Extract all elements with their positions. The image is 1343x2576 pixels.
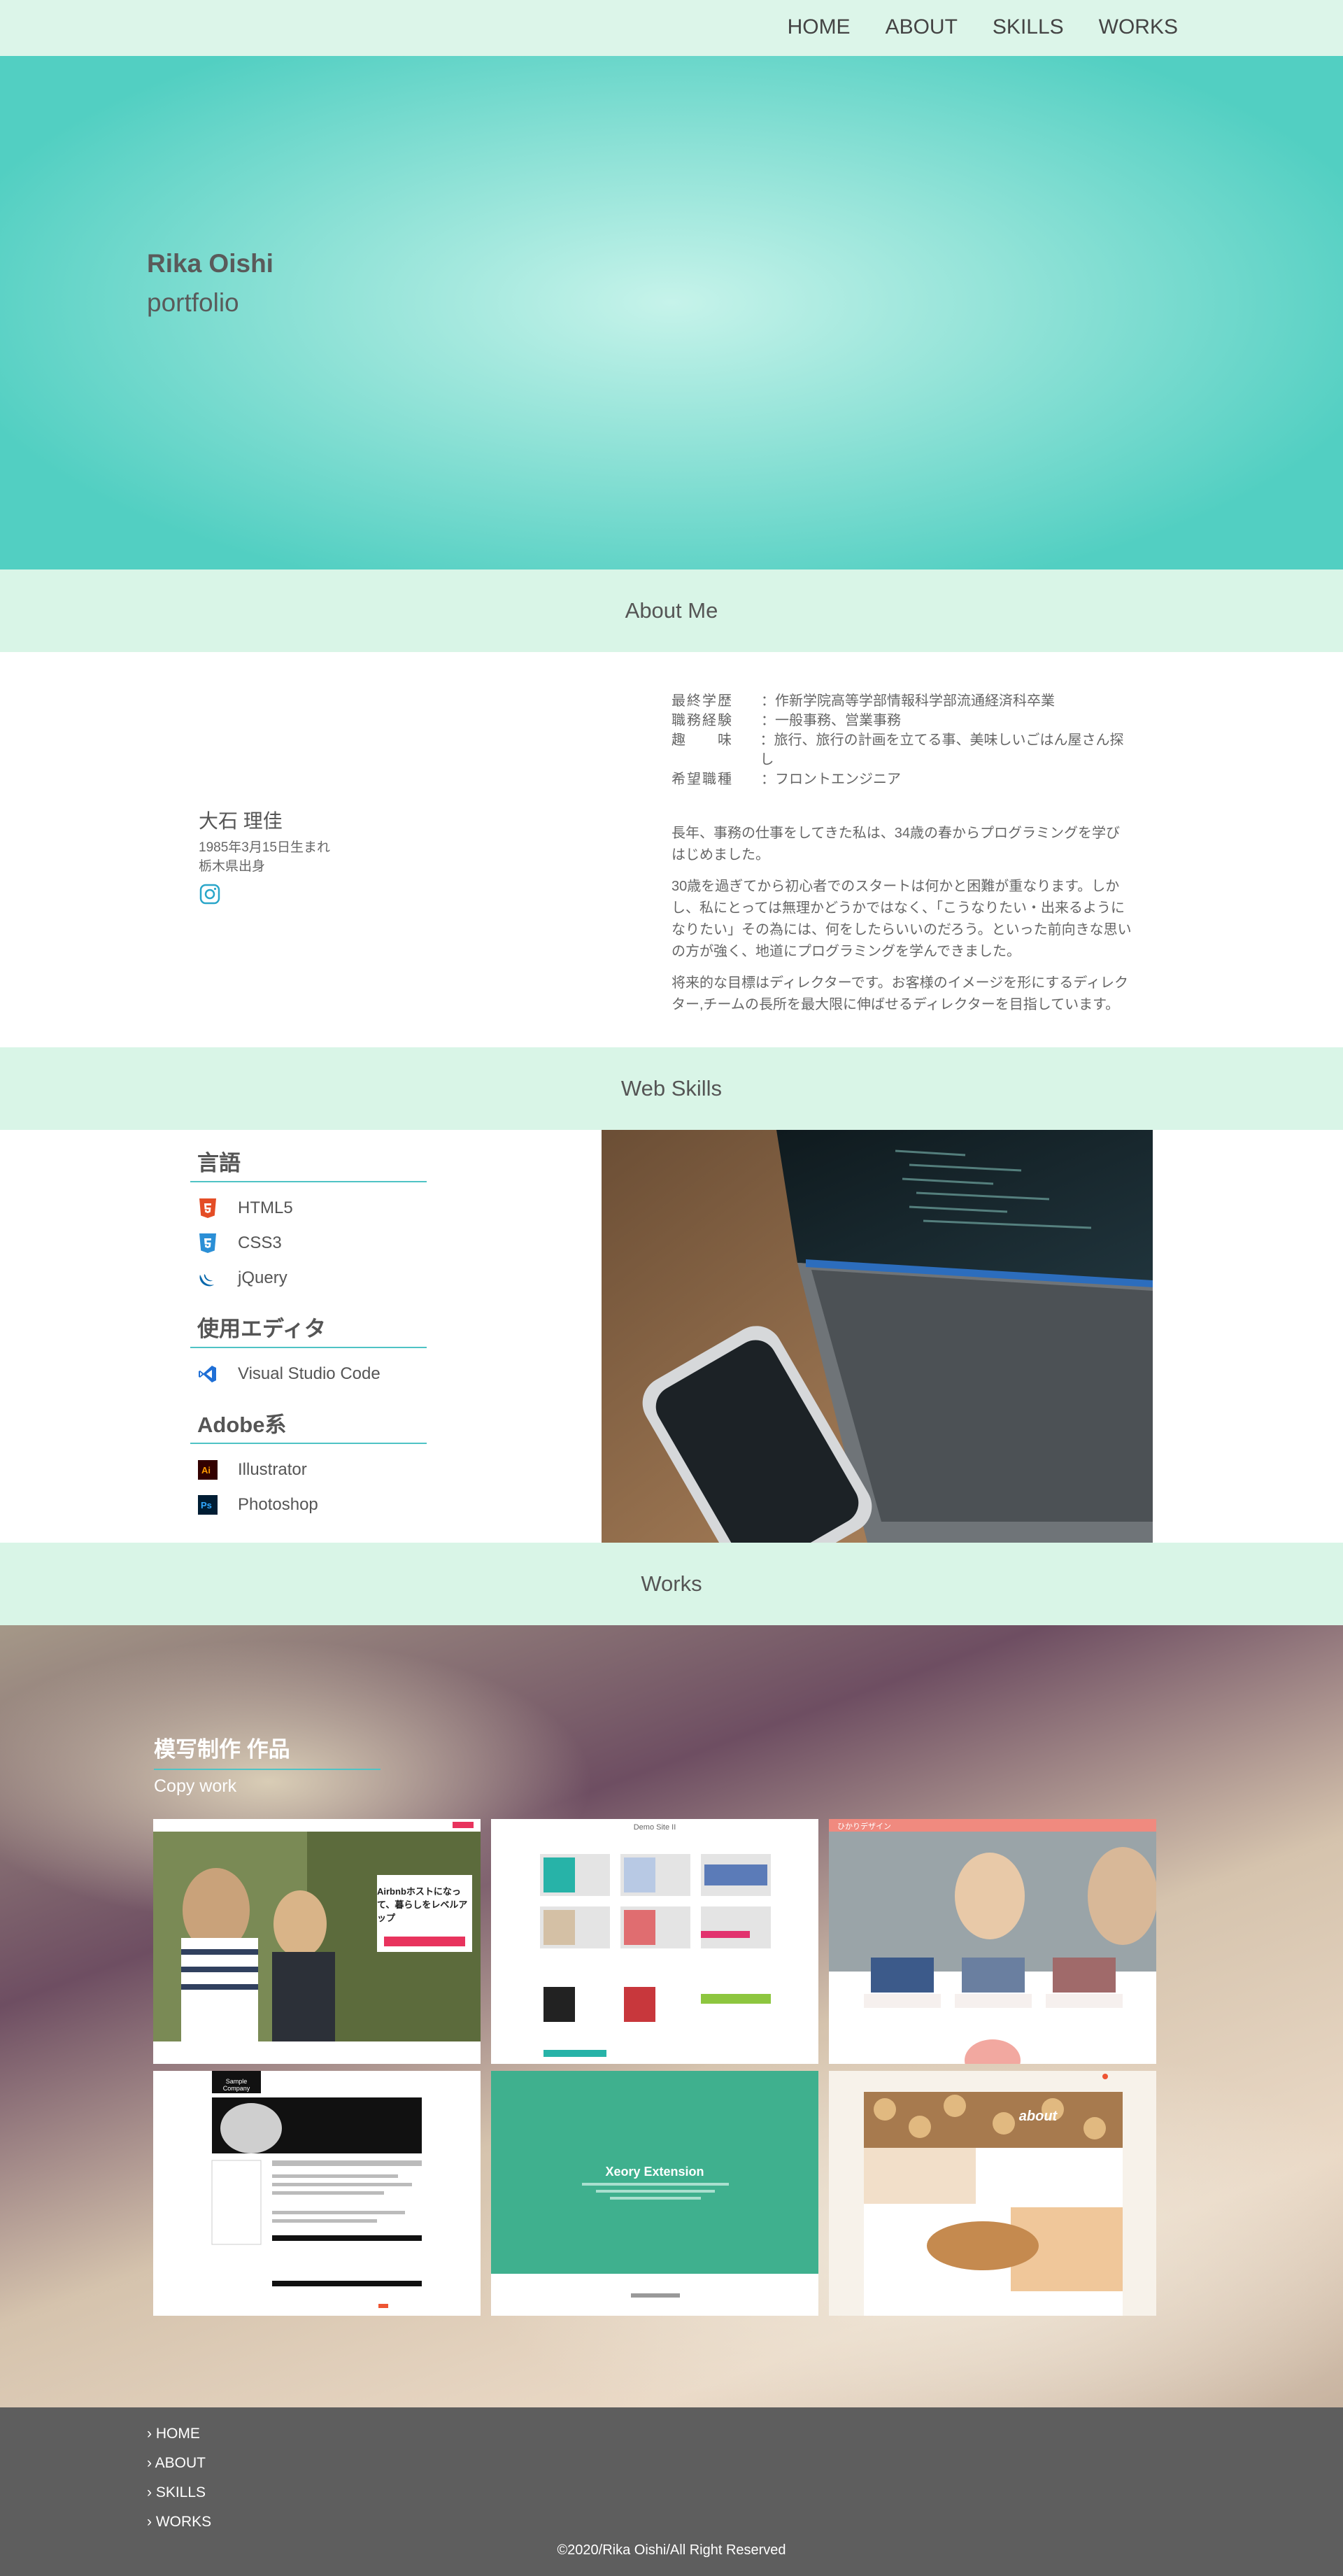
profile-card: 大石 理佳 1985年3月15日生まれ 栃木県出身 — [199, 806, 330, 905]
about-paragraph: 30歳を過ぎてから初心者でのスタートは何かと困難が重なります。しかし、私にとって… — [672, 879, 1132, 959]
work-caption: Demo Site II — [633, 1823, 676, 1832]
laptop-photo — [602, 1130, 1153, 1543]
html5-icon — [197, 1198, 218, 1219]
nav-works[interactable]: WORKS — [1099, 15, 1178, 39]
vscode-icon — [197, 1364, 218, 1385]
work-card-sample-company[interactable]: Sample Company — [153, 2071, 481, 2316]
detail-row: 希望職種 ：フロントエンジニア — [672, 770, 1133, 789]
chevron-right-icon: › — [147, 2426, 156, 2442]
work-caption: Airbnbホストになって、暮らしをレベルアップ — [377, 1886, 468, 1923]
copyright: ©2020/Rika Oishi/All Right Reserved — [557, 2542, 786, 2558]
footer: › HOME › ABOUT › SKILLS › WORKS ©2020/Ri… — [0, 2407, 1343, 2576]
skill-label: jQuery — [238, 1268, 287, 1287]
detail-value: ：作新学院高等学部情報科学部流通経済科卒業 — [761, 693, 1055, 709]
works-grid: Airbnbホストになって、暮らしをレベルアップ Demo Site II ひか… — [153, 1819, 1156, 2316]
profile-birth: 1985年3月15日生まれ — [199, 840, 330, 855]
illustrator-icon: Ai — [197, 1459, 218, 1480]
skill-item: CSS3 — [190, 1226, 427, 1261]
svg-text:Ai: Ai — [201, 1465, 211, 1475]
profile-name: 大石 理佳 — [199, 810, 283, 832]
detail-key: 最終学歴 — [672, 693, 733, 709]
skill-label: CSS3 — [238, 1233, 282, 1252]
footer-link-label: WORKS — [155, 2514, 212, 2530]
hero-subtitle: portfolio — [147, 288, 239, 317]
work-caption: Sample Company — [222, 2078, 250, 2092]
detail-value: ：フロントエンジニア — [761, 772, 901, 787]
works-section: 模写制作 作品 Copy work Airbnbホストになって、暮らしをレベルア… — [0, 1625, 1343, 2407]
footer-link-home[interactable]: › HOME — [147, 2424, 211, 2454]
work-card-airbnb[interactable]: Airbnbホストになって、暮らしをレベルアップ — [153, 1819, 481, 2064]
work-card-demo-site[interactable]: Demo Site II — [491, 1819, 818, 2064]
about-section: 大石 理佳 1985年3月15日生まれ 栃木県出身 最終学歴 ：作新学院高等学部情… — [0, 652, 1343, 1047]
skill-category-title: Adobe系 — [190, 1392, 427, 1444]
skill-item: jQuery — [190, 1261, 427, 1296]
nav-about[interactable]: ABOUT — [886, 15, 958, 39]
detail-key: 希望職種 — [672, 772, 733, 787]
skills-list: 言語 HTML5 CSS3 jQuery 使用エディタ Visual Studi… — [190, 1130, 427, 1522]
work-caption: ひかりデザイン — [837, 1823, 891, 1831]
skill-item: Visual Studio Code — [190, 1357, 427, 1392]
hero-name: Rika Oishi — [147, 249, 273, 278]
skill-category-title: 言語 — [190, 1130, 427, 1182]
detail-key: 趣 味 — [672, 733, 733, 748]
svg-text:Ps: Ps — [201, 1500, 212, 1510]
skill-label: Illustrator — [238, 1460, 307, 1479]
detail-row: 趣 味 ：旅行、旅行の計画を立てる事、美味しいごはん屋さん探し — [672, 730, 1133, 770]
detail-row: 職務経験 ：一般事務、営業事務 — [672, 711, 1133, 730]
work-caption: Xeory Extension — [605, 2165, 704, 2179]
works-heading: Works — [0, 1543, 1343, 1625]
about-heading: About Me — [0, 569, 1343, 652]
top-nav: HOME ABOUT SKILLS WORKS — [0, 0, 1343, 56]
skills-heading: Web Skills — [0, 1047, 1343, 1130]
about-text: 長年、事務の仕事をしてきた私は、34歳の春からプログラミングを学びはじめました。… — [672, 823, 1133, 1016]
chevron-right-icon: › — [147, 2514, 156, 2530]
about-paragraph: 将来的な目標はディレクターです。お客様のイメージを形にするディレクター,チームの… — [672, 975, 1128, 1012]
work-card-xeory[interactable]: Xeory Extension — [491, 2071, 818, 2316]
nav-home[interactable]: HOME — [788, 15, 851, 39]
footer-link-label: SKILLS — [155, 2484, 206, 2500]
profile-origin: 栃木県出身 — [199, 859, 266, 874]
detail-value: ：旅行、旅行の計画を立てる事、美味しいごはん屋さん探し — [760, 733, 1124, 767]
skill-category-title: 使用エディタ — [190, 1296, 427, 1348]
detail-row: 最終学歴 ：作新学院高等学部情報科学部流通経済科卒業 — [672, 691, 1133, 711]
chevron-right-icon: › — [147, 2455, 155, 2471]
skill-label: Photoshop — [238, 1495, 318, 1514]
skill-label: Visual Studio Code — [238, 1364, 381, 1383]
photoshop-icon: Ps — [197, 1494, 218, 1515]
chevron-right-icon: › — [147, 2484, 156, 2500]
footer-link-skills[interactable]: › SKILLS — [147, 2483, 211, 2512]
detail-value: ：一般事務、営業事務 — [761, 713, 901, 728]
profile-details: 最終学歴 ：作新学院高等学部情報科学部流通経済科卒業 職務経験 ：一般事務、営業事務… — [672, 691, 1133, 1026]
footer-link-label: HOME — [155, 2426, 200, 2442]
skill-item: Ps Photoshop — [190, 1487, 427, 1522]
footer-link-label: ABOUT — [155, 2455, 206, 2471]
detail-key: 職務経験 — [672, 713, 733, 728]
work-caption: about — [1018, 2109, 1058, 2124]
instagram-icon[interactable] — [199, 883, 221, 905]
css3-icon — [197, 1233, 218, 1254]
skill-item: HTML5 — [190, 1191, 427, 1226]
footer-link-about[interactable]: › ABOUT — [147, 2454, 211, 2483]
works-subtitle: Copy work — [154, 1776, 237, 1796]
hero-section: Rika Oishi portfolio — [0, 56, 1343, 569]
works-title: 模写制作 作品 — [154, 1732, 381, 1770]
work-card-about-sweets[interactable]: about — [829, 2071, 1156, 2316]
jquery-icon — [197, 1268, 218, 1289]
work-card-hikari-design[interactable]: ひかりデザイン — [829, 1819, 1156, 2064]
skill-item: Ai Illustrator — [190, 1452, 427, 1487]
skill-label: HTML5 — [238, 1198, 293, 1217]
footer-link-works[interactable]: › WORKS — [147, 2512, 211, 2542]
skills-section: 言語 HTML5 CSS3 jQuery 使用エディタ Visual Studi… — [0, 1130, 1343, 1543]
about-paragraph: 長年、事務の仕事をしてきた私は、34歳の春からプログラミングを学びはじめました。 — [672, 826, 1121, 863]
nav-skills[interactable]: SKILLS — [993, 15, 1064, 39]
